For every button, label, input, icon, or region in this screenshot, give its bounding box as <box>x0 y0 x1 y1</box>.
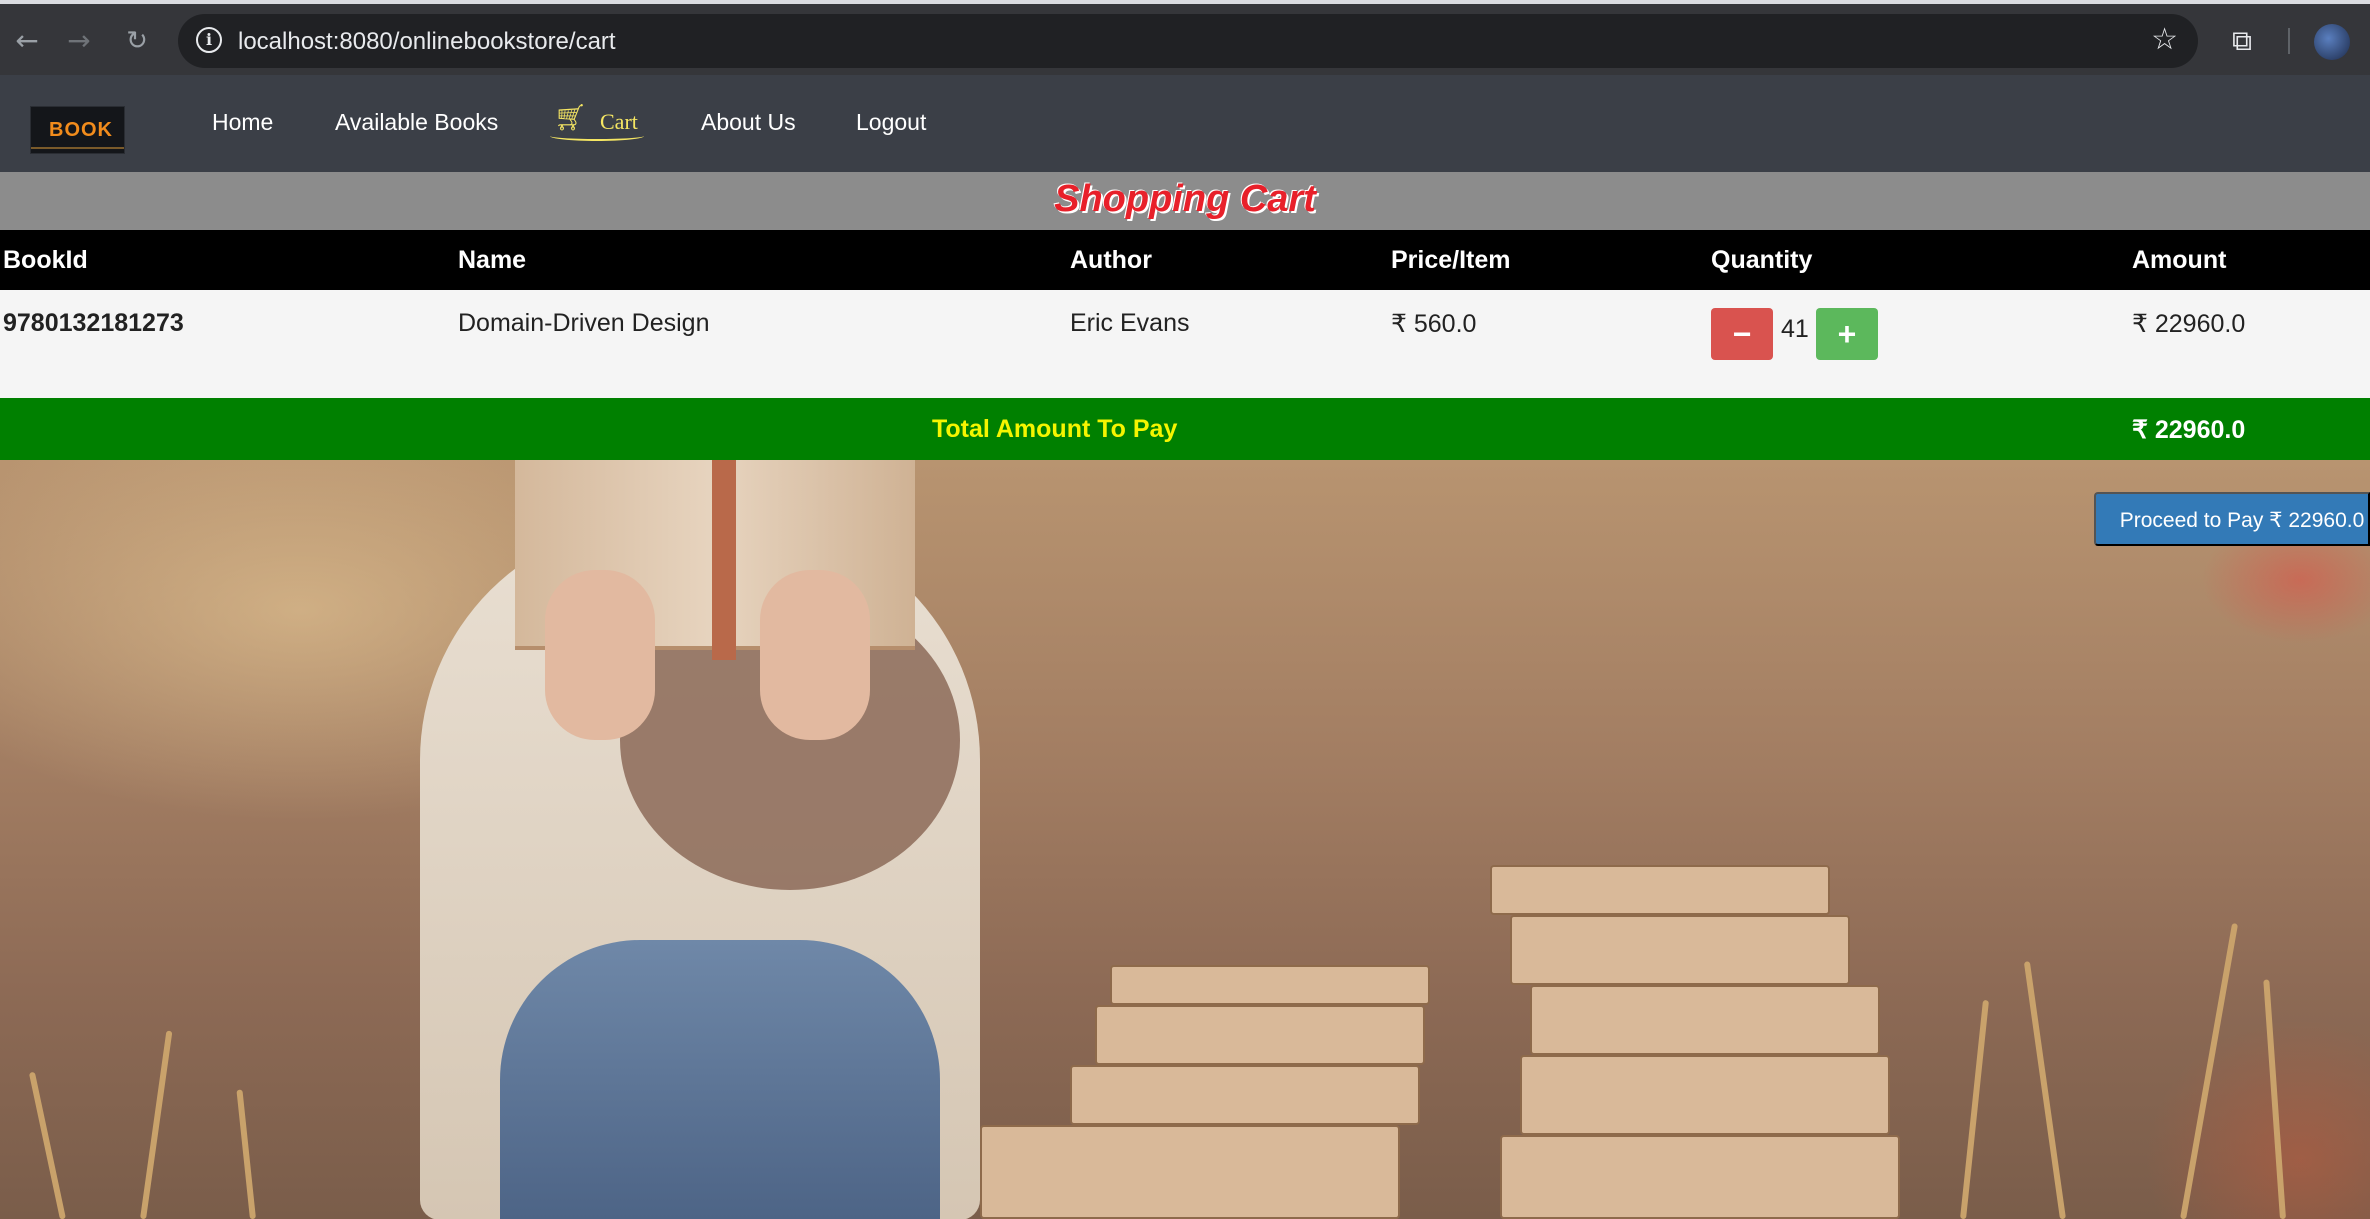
grass-blade <box>140 1030 173 1219</box>
address-bar[interactable]: i localhost:8080/onlinebookstore/cart ☆ <box>178 14 2198 68</box>
browser-toolbar: ← → ↻ i localhost:8080/onlinebookstore/c… <box>0 0 2370 75</box>
profile-avatar[interactable] <box>2314 24 2350 60</box>
bookmark-star-icon[interactable]: ☆ <box>2151 22 2178 57</box>
grass-blade <box>28 1071 66 1219</box>
jeans-shape <box>500 940 940 1219</box>
cell-quantity: 41 <box>1781 315 1809 343</box>
total-row: Total Amount To Pay ₹ 22960.0 <box>0 398 2370 460</box>
nav-about-us-link[interactable]: About Us <box>701 109 796 136</box>
book-stack-piece <box>1095 1005 1425 1065</box>
nav-cart-link[interactable]: 🛒︎ Cart <box>546 103 646 141</box>
column-header-name: Name <box>458 246 527 274</box>
site-logo[interactable]: BOOK <box>30 106 125 154</box>
grass-blade <box>2180 923 2239 1219</box>
extensions-puzzle-icon[interactable]: ⧉ <box>2232 24 2262 57</box>
book-stack-piece <box>1520 1055 1890 1135</box>
total-label: Total Amount To Pay <box>932 415 1178 443</box>
cart-title-bar: Shopping Cart <box>0 172 2370 230</box>
active-underline <box>550 131 644 141</box>
url-text[interactable]: localhost:8080/onlinebookstore/cart <box>238 28 616 56</box>
nav-available-books-link[interactable]: Available Books <box>335 109 498 136</box>
page-title: Shopping Cart <box>1054 178 1316 220</box>
background-image <box>0 460 2370 1219</box>
logo-text: BOOK <box>49 119 113 141</box>
left-hand <box>545 570 655 740</box>
cell-author: Eric Evans <box>1070 309 1190 337</box>
book-stack-piece <box>980 1125 1400 1219</box>
shopping-cart-icon: 🛒︎ <box>554 103 588 133</box>
cell-amount: ₹ 22960.0 <box>2132 310 2246 338</box>
book-spine <box>712 460 736 660</box>
cell-book-id: 9780132181273 <box>3 309 184 337</box>
cart-table-header: BookId Name Author Price/Item Quantity A… <box>0 230 2370 290</box>
book-stack-piece <box>1500 1135 1900 1219</box>
column-header-bookid: BookId <box>3 246 88 274</box>
book-stack-piece <box>1510 915 1850 985</box>
column-header-amount: Amount <box>2132 246 2227 274</box>
grass-blade <box>1960 999 1989 1219</box>
proceed-to-pay-button[interactable]: Proceed to Pay ₹ 22960.0 <box>2094 492 2370 546</box>
table-row: 9780132181273 Domain-Driven Design Eric … <box>0 290 2370 398</box>
increase-quantity-button[interactable]: + <box>1816 308 1878 360</box>
grass-blade <box>236 1089 256 1219</box>
book-stack-piece <box>1530 985 1880 1055</box>
nav-logout-link[interactable]: Logout <box>856 109 926 136</box>
column-header-author: Author <box>1070 246 1152 274</box>
right-hand <box>760 570 870 740</box>
grass-blade <box>2023 961 2066 1219</box>
site-navbar: BOOK Home Available Books 🛒︎ Cart About … <box>0 75 2370 172</box>
book-stack-piece <box>1070 1065 1420 1125</box>
toolbar-divider <box>2288 28 2290 54</box>
grass-blade <box>2263 979 2286 1219</box>
decrease-quantity-button[interactable]: − <box>1711 308 1773 360</box>
back-arrow-icon[interactable]: ← <box>10 24 44 58</box>
book-stack-piece <box>1490 865 1830 915</box>
info-icon[interactable]: i <box>196 27 222 53</box>
cell-price: ₹ 560.0 <box>1391 310 1477 338</box>
book-stack-piece <box>1110 965 1430 1005</box>
total-amount: ₹ 22960.0 <box>2132 416 2246 444</box>
reload-icon[interactable]: ↻ <box>120 24 154 58</box>
column-header-quantity: Quantity <box>1711 246 1813 274</box>
forward-arrow-icon[interactable]: → <box>62 24 96 58</box>
column-header-price: Price/Item <box>1391 246 1511 274</box>
nav-home-link[interactable]: Home <box>212 109 273 136</box>
cell-book-name: Domain-Driven Design <box>458 309 710 337</box>
